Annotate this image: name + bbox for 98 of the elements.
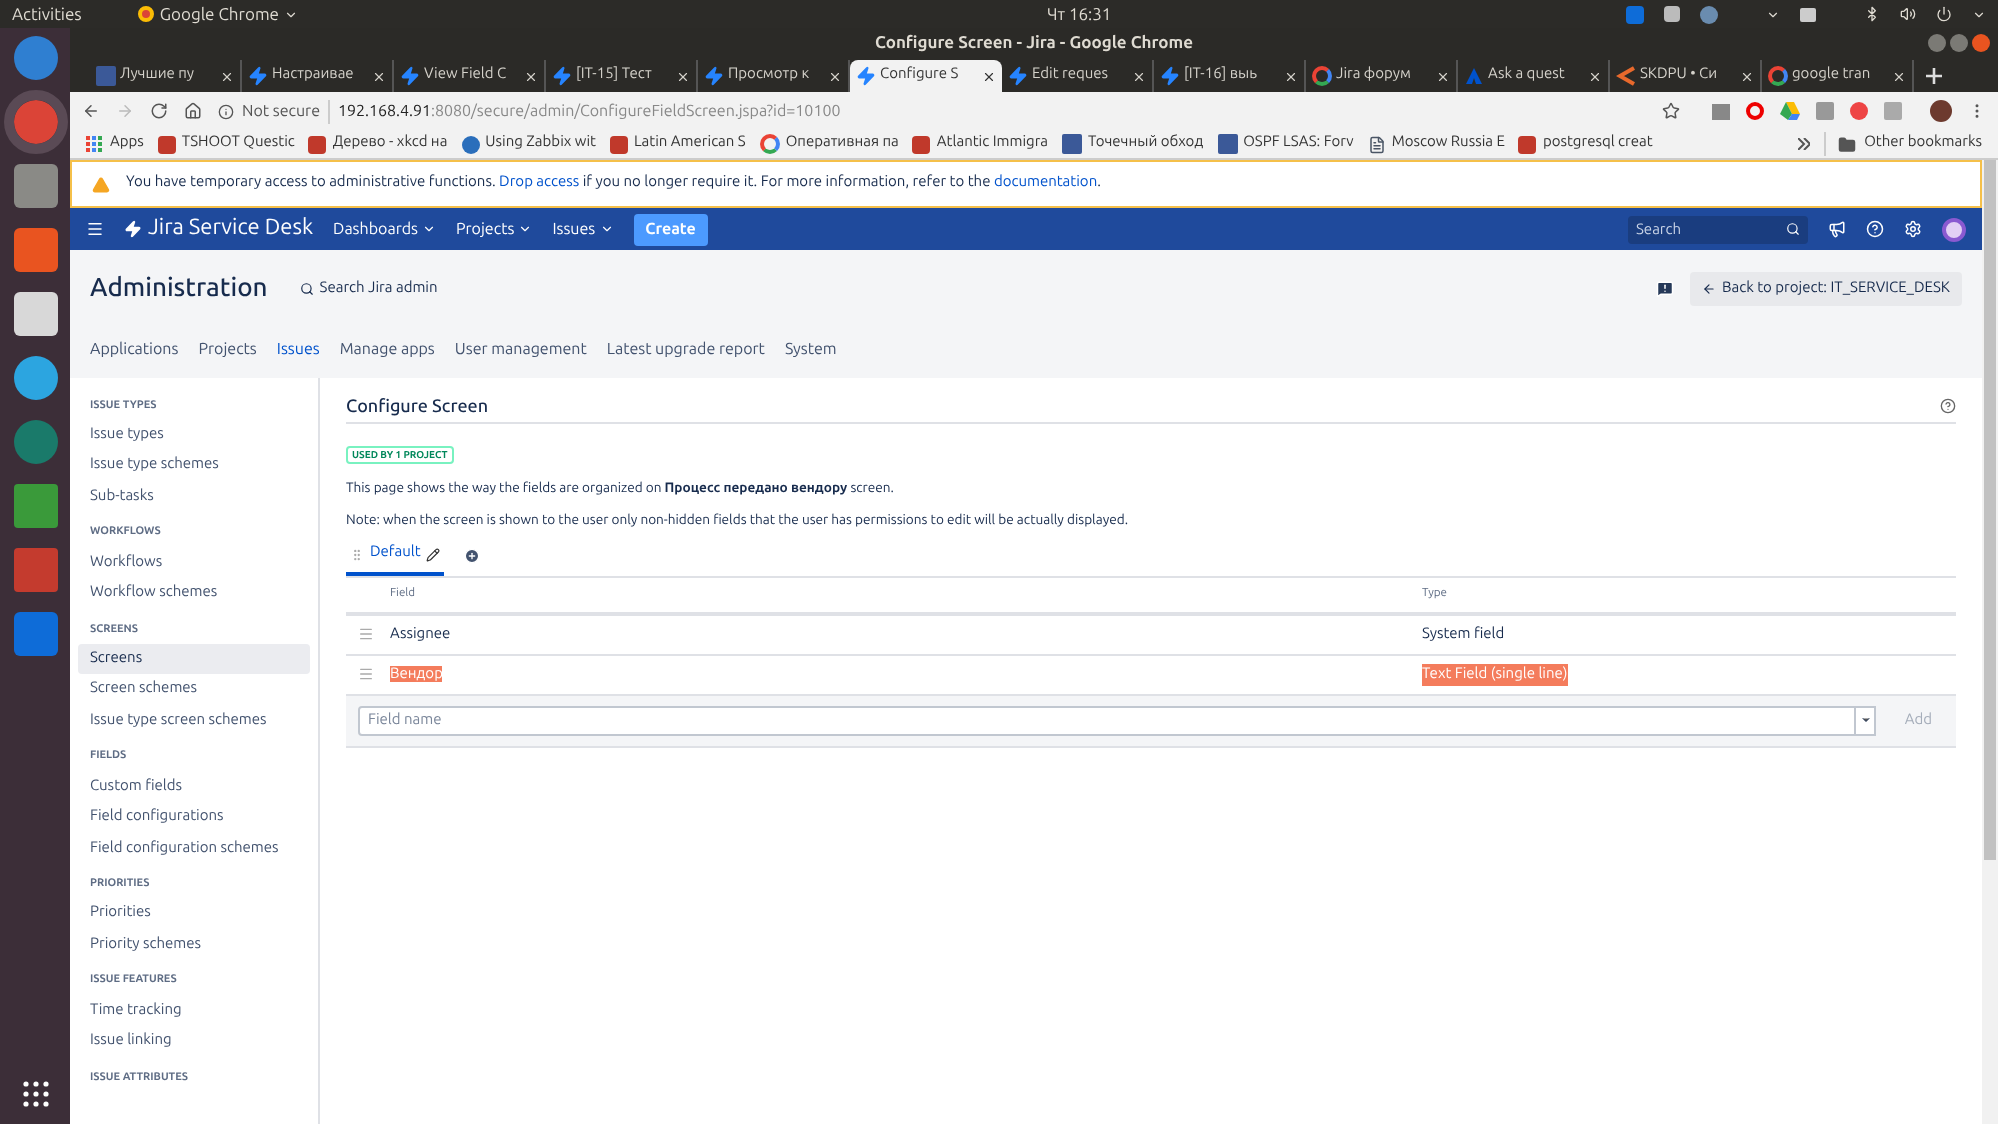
close-tab-icon[interactable] [982,69,996,83]
teamviewer-app-icon[interactable] [13,612,57,656]
gmail-extension-icon[interactable] [1712,103,1730,119]
google-logo-icon [759,134,780,154]
minimize-button[interactable] [1928,34,1946,52]
drag-handle-icon[interactable] [358,666,374,683]
window-title: Configure Screen - Jira - Google Chrome [874,30,1194,56]
telegram-app-icon[interactable] [13,356,57,400]
spreadsheet-app-icon[interactable] [13,484,57,528]
site-icon [157,135,176,153]
puzzle-tray-icon[interactable] [1664,6,1680,22]
admin-tab[interactable]: System [784,337,837,361]
info-icon [218,103,234,119]
google-logo-icon [1312,66,1332,86]
help-icon[interactable] [1940,398,1956,415]
address-bar[interactable]: Not secure 192.168.4.91:8080/secure/admin/ConfigureFieldScreen.jspa?id=10100 [218,96,1680,126]
site-icon [1518,135,1537,153]
caret-icon [284,7,299,21]
nav-menu[interactable]: Issues [552,217,614,241]
volume-icon[interactable] [1900,6,1916,22]
admin-title: Administration [90,272,268,306]
more-bookmarks-icon[interactable] [1798,138,1811,150]
caret-icon [518,222,533,236]
settings-icon[interactable] [1904,220,1922,238]
lightning-icon [856,66,876,86]
caret-icon[interactable] [1766,7,1780,21]
site-icon [609,135,628,153]
back-icon[interactable] [82,102,100,120]
caret-icon [1859,714,1872,727]
security-label: Not secure [242,99,330,123]
lightning-icon [704,66,724,86]
power-icon[interactable] [1936,6,1952,22]
bookmark-star-icon[interactable] [1662,102,1680,120]
clock[interactable]: Чт 16:31 [1046,1,1112,27]
page-icon [1367,135,1386,153]
browser-app-icon [137,6,154,22]
lightning-icon [248,66,268,86]
menu-icon[interactable] [86,220,104,238]
h-logo-icon [96,66,116,86]
caret-icon [599,222,614,236]
app-grid-icon[interactable] [21,1080,49,1108]
lightning-icon [1008,66,1028,86]
globe-icon [461,135,480,153]
url-text: 192.168.4.91:8080/secure/admin/ConfigureFieldScreen.jspa?id=10100 [337,99,841,123]
google-logo-icon [1768,66,1788,86]
triangle-logo-icon [1464,66,1484,86]
profile-avatar[interactable] [1930,100,1952,122]
arrow-logo-icon [1616,66,1636,86]
admin-tab[interactable]: Manage apps [339,337,435,361]
store-app-icon[interactable] [13,228,57,272]
user-avatar[interactable] [1942,217,1966,241]
search-icon [1786,222,1800,236]
caret-icon [422,222,436,236]
dropdown-button[interactable] [1856,705,1877,736]
close-button[interactable] [1972,34,1990,52]
activities-button[interactable]: Activities [12,1,82,27]
avatar-tray-icon[interactable] [1700,5,1718,23]
mail-app-icon[interactable] [13,36,57,80]
maximize-button[interactable] [1950,34,1968,52]
feedback-icon[interactable] [1656,280,1675,299]
admin-tab[interactable]: Applications [90,337,179,361]
caret-icon[interactable] [1972,7,1986,21]
nav-menu[interactable]: Projects [456,217,533,241]
admin-tab[interactable]: Latest upgrade report [606,337,765,361]
warning-icon [92,175,110,193]
lightning-icon [1160,66,1180,86]
files-app-icon[interactable] [13,164,57,208]
app-menu[interactable]: Google Chrome [159,1,279,27]
admin-tab[interactable]: User management [454,337,587,361]
pencil-icon[interactable] [426,547,441,561]
site-icon [308,135,327,153]
teamviewer-tray-icon[interactable] [1626,5,1644,23]
bluetooth-icon[interactable] [1864,6,1880,22]
apps-grid-icon [86,135,104,153]
reload-icon[interactable] [150,102,168,120]
blocked-app-icon[interactable] [13,548,57,592]
h-logo-icon [1217,134,1238,154]
h-logo-icon [1062,134,1083,154]
folder-icon [1838,135,1857,153]
back-arrow-icon [1702,282,1717,297]
opera-extension-icon[interactable] [1746,102,1764,120]
admin-tab[interactable]: Projects [198,337,257,361]
network-tray-icon[interactable] [1800,7,1816,21]
page-title: Configure Screen [346,393,489,420]
site-icon [912,135,931,153]
home-icon[interactable] [184,102,202,120]
add-tab-icon[interactable] [464,548,481,564]
jira-logo[interactable]: Jira Service Desk [124,212,314,246]
search-icon [299,282,314,297]
lightning-icon [552,66,572,86]
calculator-app-icon[interactable] [13,292,57,336]
lightning-icon [400,66,420,86]
admin-tab[interactable]: Issues [276,337,320,361]
drive-extension-icon[interactable] [1780,102,1800,120]
nav-menu[interactable]: Dashboards [333,217,436,241]
drag-handle-icon[interactable] [358,626,374,643]
megaphone-icon[interactable] [1828,220,1846,238]
remote-app-icon[interactable] [13,420,57,464]
